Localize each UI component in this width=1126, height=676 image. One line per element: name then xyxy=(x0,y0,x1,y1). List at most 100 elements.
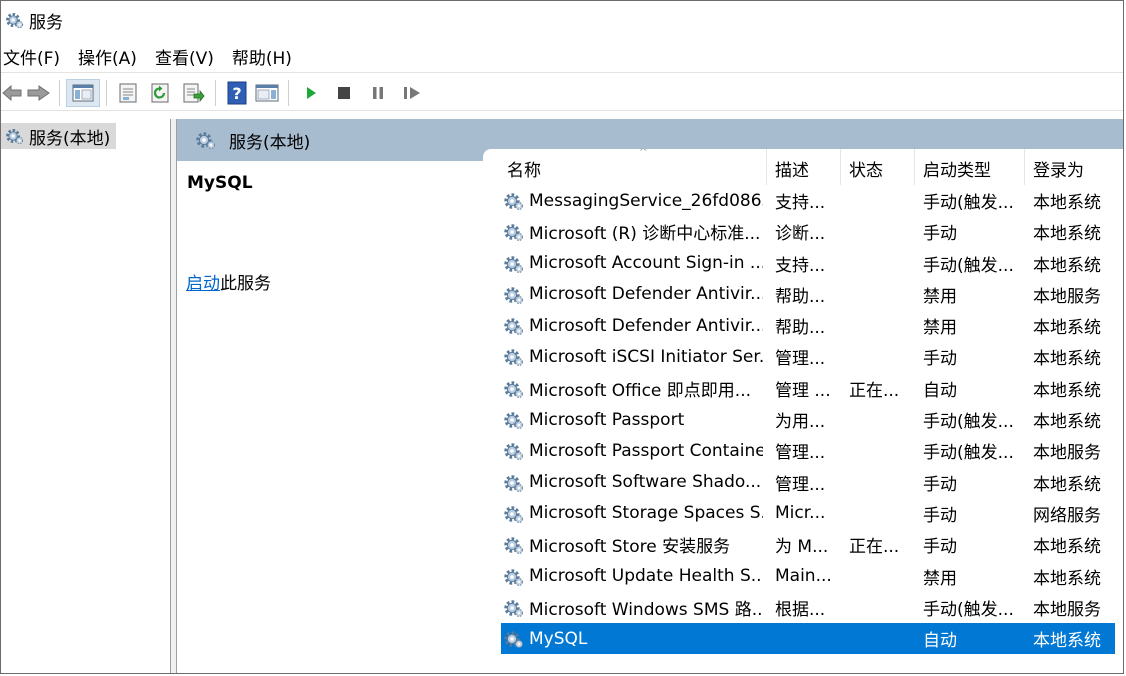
services-pane: 服务(本地) MySQL 启动此服务 ^ 名称 描述 状态 启动类型 登录为 M… xyxy=(177,119,1123,673)
services-window: 服务 文件(F) 操作(A) 查看(V) 帮助(H) ? 服务(本地) 服务(本… xyxy=(0,0,1124,674)
service-startup-type: 手动 xyxy=(923,505,957,526)
column-header-status[interactable]: 状态 xyxy=(841,149,915,185)
column-header-log-on-as[interactable]: 登录为 xyxy=(1025,149,1115,185)
refresh-icon[interactable] xyxy=(143,79,177,107)
service-gear-icon xyxy=(504,255,525,274)
column-header-startup-type[interactable]: 启动类型 xyxy=(915,149,1025,185)
service-gear-icon xyxy=(504,349,525,368)
start-service-link[interactable]: 启动 xyxy=(186,274,220,294)
show-hide-console-tree-icon[interactable] xyxy=(66,78,100,107)
services-gear-icon xyxy=(6,12,25,30)
service-log-on-as: 网络服务 xyxy=(1033,505,1101,526)
service-status xyxy=(849,623,909,654)
menu-help[interactable]: 帮助(H) xyxy=(230,44,296,69)
service-gear-icon xyxy=(504,600,525,618)
menu-action[interactable]: 操作(A) xyxy=(76,44,141,69)
service-status xyxy=(849,279,909,310)
service-name: Microsoft iSCSI Initiator Ser... xyxy=(529,346,763,367)
service-startup-type: 手动(触发... xyxy=(923,412,1014,433)
service-name: Microsoft Update Health S... xyxy=(529,566,763,587)
tree-node-services-local[interactable]: 服务(本地) xyxy=(1,123,117,149)
resume-service-icon[interactable] xyxy=(395,79,429,107)
service-row[interactable]: Microsoft (R) 诊断中心标准... 诊断... 手动 本地系统 xyxy=(483,216,1123,247)
column-header-label: 名称 xyxy=(507,161,541,181)
service-name: MySQL xyxy=(529,628,588,649)
service-log-on-as: 本地系统 xyxy=(1033,380,1101,401)
stop-service-icon[interactable] xyxy=(327,79,361,107)
service-row[interactable]: Microsoft Passport Container 管理... 手动(触发..… xyxy=(483,435,1123,466)
service-status: 正在... xyxy=(849,380,900,401)
service-startup-type: 手动 xyxy=(923,474,957,495)
service-status xyxy=(849,404,909,435)
show-hide-action-pane-icon[interactable] xyxy=(252,79,282,107)
menu-file[interactable]: 文件(F) xyxy=(1,44,64,69)
service-startup-type: 自动 xyxy=(923,631,957,652)
service-row[interactable]: Microsoft iSCSI Initiator Ser... 管理... 手动 本… xyxy=(483,341,1123,372)
service-startup-type: 手动 xyxy=(923,537,957,558)
title-bar: 服务 xyxy=(1,1,1123,39)
service-gear-icon xyxy=(504,193,525,212)
service-description: 为用... xyxy=(775,412,826,433)
service-log-on-as: 本地系统 xyxy=(1033,349,1101,370)
service-description: 根据... xyxy=(775,599,826,620)
service-row[interactable]: Microsoft Windows SMS 路... 根据... 手动(触发... 本… xyxy=(483,592,1123,623)
service-description: 为 M... xyxy=(775,537,829,558)
service-row[interactable]: MessagingService_26fd0865 支持... 手动(触发... 本地… xyxy=(483,185,1123,216)
service-gear-icon xyxy=(504,381,525,399)
service-startup-type: 禁用 xyxy=(923,318,957,339)
service-startup-type: 手动 xyxy=(923,349,957,370)
service-description: 管理... xyxy=(775,474,826,495)
help-icon[interactable]: ? xyxy=(222,79,252,107)
service-row[interactable]: Microsoft Office 即点即用... 管理 ... 正在... 自动 本地系… xyxy=(483,373,1123,404)
back-icon[interactable] xyxy=(1,79,23,107)
properties-icon[interactable] xyxy=(113,79,143,107)
column-header-name[interactable]: ^ 名称 xyxy=(499,149,767,185)
service-description: 诊断... xyxy=(775,224,826,245)
service-row[interactable]: MySQL 自动 本地系统 xyxy=(501,623,1115,655)
service-row[interactable]: Microsoft Passport 为用... 手动(触发... 本地系统 xyxy=(483,404,1123,435)
service-row[interactable]: Microsoft Account Sign-in ... 支持... 手动(触发.… xyxy=(483,248,1123,279)
service-row[interactable]: Microsoft Defender Antivir... 帮助... 禁用 本地服务 xyxy=(483,279,1123,310)
service-log-on-as: 本地系统 xyxy=(1033,568,1101,589)
selected-service-name: MySQL xyxy=(187,173,253,193)
service-row[interactable]: Microsoft Update Health S... Main... 禁用 本地系… xyxy=(483,561,1123,592)
service-log-on-as: 本地服务 xyxy=(1033,286,1101,307)
column-header-label: 状态 xyxy=(849,161,883,181)
menu-view[interactable]: 查看(V) xyxy=(153,44,218,69)
service-rows: MessagingService_26fd0865 支持... 手动(触发... 本地… xyxy=(483,185,1123,655)
service-status xyxy=(849,498,909,529)
service-status xyxy=(849,185,909,216)
service-row[interactable]: Microsoft Storage Spaces S... Micr... 手动 网络… xyxy=(483,498,1123,529)
export-list-icon[interactable] xyxy=(177,79,209,107)
service-row[interactable]: Microsoft Defender Antivir... 帮助... 禁用 本地系统 xyxy=(483,310,1123,341)
menu-bar: 文件(F) 操作(A) 查看(V) 帮助(H) xyxy=(1,41,1123,73)
column-header-label: 描述 xyxy=(775,161,809,181)
services-gear-icon xyxy=(196,132,217,151)
service-description: 帮助... xyxy=(775,286,826,307)
service-description xyxy=(775,623,835,654)
service-gear-icon xyxy=(504,224,525,243)
service-action-suffix: 此服务 xyxy=(220,274,271,294)
service-status xyxy=(849,561,909,592)
column-header-description[interactable]: 描述 xyxy=(767,149,841,185)
start-service-icon[interactable] xyxy=(295,79,327,107)
pause-service-icon[interactable] xyxy=(361,79,395,107)
service-startup-type: 自动 xyxy=(923,380,957,401)
service-status xyxy=(849,216,909,247)
service-status xyxy=(849,248,909,279)
service-status xyxy=(849,592,909,623)
service-row[interactable]: Microsoft Store 安装服务 为 M... 正在... 手动 本地系统 xyxy=(483,529,1123,560)
forward-icon[interactable] xyxy=(23,79,53,107)
service-startup-type: 手动(触发... xyxy=(923,255,1014,276)
service-name: Microsoft Software Shado... xyxy=(529,472,762,493)
sort-ascending-icon: ^ xyxy=(639,149,648,158)
service-description: 帮助... xyxy=(775,318,826,339)
service-status xyxy=(849,467,909,498)
service-description: Micr... xyxy=(775,503,826,524)
service-row[interactable]: Microsoft Software Shado... 管理... 手动 本地系统 xyxy=(483,467,1123,498)
service-name: Microsoft Account Sign-in ... xyxy=(529,253,763,274)
service-name: Microsoft Defender Antivir... xyxy=(529,284,763,305)
service-gear-icon xyxy=(504,474,525,493)
service-log-on-as: 本地系统 xyxy=(1033,474,1101,495)
toolbar-separator xyxy=(215,79,216,106)
